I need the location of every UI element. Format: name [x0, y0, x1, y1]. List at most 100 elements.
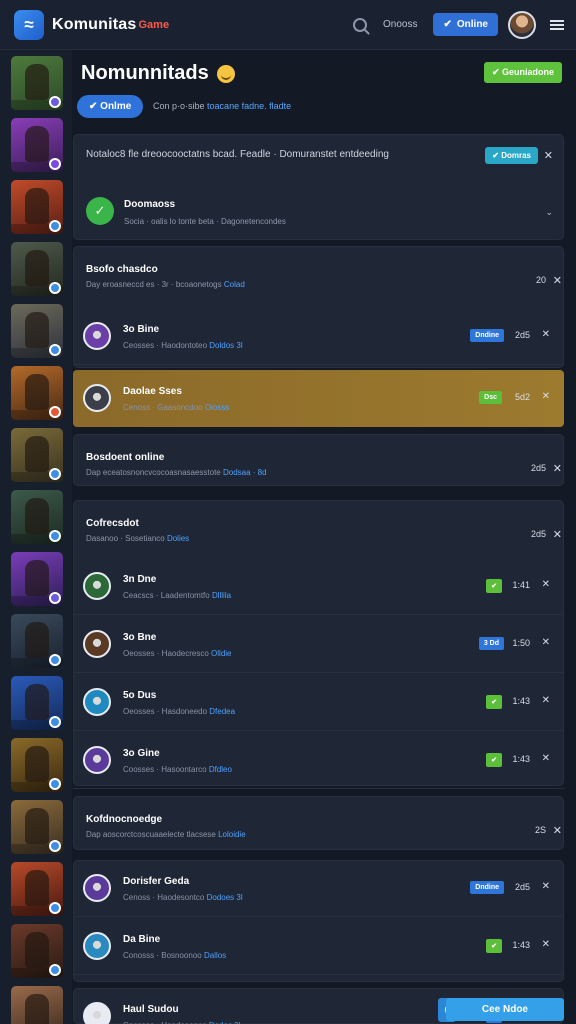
- rail-community-6[interactable]: [11, 366, 63, 420]
- section-sub-accent[interactable]: Dolies: [167, 534, 189, 543]
- section-count: 2S: [534, 825, 546, 835]
- rail-community-8[interactable]: [11, 490, 63, 544]
- status-badge: [49, 902, 61, 914]
- item-sub-accent[interactable]: Dlllila: [212, 591, 231, 600]
- close-icon[interactable]: ✕: [542, 695, 550, 706]
- item-sub-text: Oeosses · Haodecresco: [123, 649, 212, 658]
- new-button[interactable]: ✔ Geuniadone: [483, 62, 562, 83]
- item-name: Daolae Sses: [123, 386, 182, 397]
- download-check-icon: ✓: [86, 197, 114, 225]
- item-sub-text: Ceosses · Haodontoteo: [123, 341, 210, 350]
- item-subtitle: Conosss · Bosnoonoo Dallos: [123, 951, 226, 960]
- rail-community-15[interactable]: [11, 924, 63, 978]
- list-item[interactable]: Dorisfer Geda Cenoss · Haodesontco Dodoes…: [73, 860, 564, 917]
- top-nav-text[interactable]: Onooss: [383, 19, 417, 30]
- item-name: 3o Bne: [123, 632, 157, 643]
- close-icon[interactable]: ✕: [542, 939, 550, 950]
- item-name: Haul Sudou: [123, 1004, 179, 1015]
- online-button[interactable]: ✔ Online: [433, 13, 498, 36]
- rail-community-10[interactable]: [11, 614, 63, 668]
- rail-community-4[interactable]: [11, 242, 63, 296]
- item-time: 1:43: [512, 696, 530, 706]
- list-item[interactable]: 3n Dne Ceacscs · Laadentomtfo Dlllila ✔ 1:4…: [73, 558, 564, 615]
- character-icon: [25, 684, 49, 720]
- close-icon[interactable]: ✕: [544, 149, 553, 162]
- list-item[interactable]: 3o Gine Coosses · Hasoontarco Dfdleo ✔ 1:43…: [73, 732, 564, 789]
- character-icon: [25, 808, 49, 844]
- app-logo-icon[interactable]: ≈: [14, 9, 44, 40]
- close-icon[interactable]: ✕: [553, 274, 562, 287]
- rail-community-5[interactable]: [11, 304, 63, 358]
- main-content: Nomunnitads ✔ Geuniadone ✔ Onlme Con p·o…: [72, 50, 576, 1024]
- item-subtitle: Oeosses · Hasdoneedo Dfedea: [123, 707, 235, 716]
- item-sub-text: Cenoss · Haodesontco: [123, 893, 207, 902]
- item-sub-accent[interactable]: Dallos: [204, 951, 226, 960]
- item-sub-accent[interactable]: Dfedea: [209, 707, 235, 716]
- rail-community-2[interactable]: [11, 118, 63, 172]
- check-icon: ✔: [443, 19, 452, 30]
- subtext-accent[interactable]: toacane fadne. fladte: [207, 101, 291, 111]
- close-icon[interactable]: ✕: [542, 881, 550, 892]
- section-count: 2d5: [530, 463, 546, 473]
- section-sub-accent[interactable]: Loloidie: [218, 830, 246, 839]
- section-sub-text: Dap aoscorctcoscuaaelecte tlacsese: [86, 830, 219, 839]
- status-badge: [49, 530, 61, 542]
- section-sub-accent[interactable]: Dodsaa · 8d: [223, 468, 267, 477]
- rail-community-9[interactable]: [11, 552, 63, 606]
- close-icon[interactable]: ✕: [542, 579, 550, 590]
- bottom-action-button[interactable]: Cee Ndoe: [445, 998, 564, 1021]
- list-item[interactable]: 5o Dus Oeosses · Hasdoneedo Dfedea ✔ 1:43 ✕: [73, 674, 564, 731]
- close-icon[interactable]: ✕: [553, 462, 562, 475]
- status-tag[interactable]: ✔: [486, 939, 502, 953]
- list-item[interactable]: Da Bine Conosss · Bosnoonoo Dallos ✔ 1:43 ✕: [73, 918, 564, 975]
- section-sub-accent[interactable]: Colad: [224, 280, 245, 289]
- status-tag[interactable]: Dsc: [479, 391, 502, 404]
- section-sub-text: Dasanoo · Sosetianco: [86, 534, 167, 543]
- rail-community-3[interactable]: [11, 180, 63, 234]
- close-icon[interactable]: ✕: [553, 528, 562, 541]
- online-filter-pill[interactable]: ✔ Onlme: [77, 95, 144, 118]
- user-avatar[interactable]: [508, 10, 536, 39]
- rail-community-12[interactable]: [11, 738, 63, 792]
- close-icon[interactable]: ✕: [542, 391, 550, 402]
- chevron-down-icon[interactable]: ⌄: [545, 207, 553, 218]
- menu-icon[interactable]: [550, 19, 564, 30]
- section-title: Cofrecsdot: [86, 518, 139, 529]
- close-icon[interactable]: ✕: [542, 329, 550, 340]
- rail-community-1[interactable]: [11, 56, 63, 110]
- item-sub-text: Conosss · Bosnoonoo: [123, 951, 204, 960]
- rail-community-14[interactable]: [11, 862, 63, 916]
- character-icon: [25, 126, 49, 162]
- item-time: 2d5: [514, 882, 530, 892]
- list-item[interactable]: Daolae Sses Cenoss · Gaasoncdoo Oiosss Dsc…: [73, 370, 564, 427]
- list-item[interactable]: 3o Bne Oeosses · Haodecresco Olldie 3 Dd 1:…: [73, 616, 564, 673]
- notice-button[interactable]: ✔ Domras: [485, 147, 538, 164]
- avatar: [83, 746, 111, 774]
- row-divider: [73, 614, 564, 615]
- close-icon[interactable]: ✕: [542, 753, 550, 764]
- row-divider: [73, 364, 564, 365]
- rail-community-11[interactable]: [11, 676, 63, 730]
- status-tag[interactable]: Dndine: [470, 881, 504, 894]
- character-icon: [25, 498, 49, 534]
- status-tag[interactable]: ✔: [486, 695, 502, 709]
- search-icon[interactable]: [353, 17, 368, 32]
- item-sub-accent[interactable]: Olldie: [211, 649, 231, 658]
- item-sub-accent[interactable]: Oiosss: [205, 403, 229, 412]
- item-sub-text: Oeosses · Hasdoneedo: [123, 707, 210, 716]
- section-subtitle: Day eroasneccd es · 3r · bcoaonetogs Col…: [86, 280, 245, 289]
- status-tag[interactable]: ✔: [486, 579, 502, 593]
- top-actions: Onooss ✔ Online: [353, 10, 564, 39]
- rail-community-13[interactable]: [11, 800, 63, 854]
- close-icon[interactable]: ✕: [542, 637, 550, 648]
- status-tag[interactable]: Dndine: [470, 329, 504, 342]
- rail-community-7[interactable]: [11, 428, 63, 482]
- close-icon[interactable]: ✕: [553, 824, 562, 837]
- rail-community-16[interactable]: [11, 986, 63, 1024]
- item-sub-accent[interactable]: Dfdleo: [209, 765, 232, 774]
- item-sub-accent[interactable]: Doldos 3l: [209, 341, 242, 350]
- item-sub-accent[interactable]: Dodoes 3l: [207, 893, 243, 902]
- status-tag[interactable]: ✔: [486, 753, 502, 767]
- list-item[interactable]: 3o Bine Ceosses · Haodontoteo Doldos 3l Dn…: [73, 308, 564, 365]
- status-tag[interactable]: 3 Dd: [478, 637, 504, 650]
